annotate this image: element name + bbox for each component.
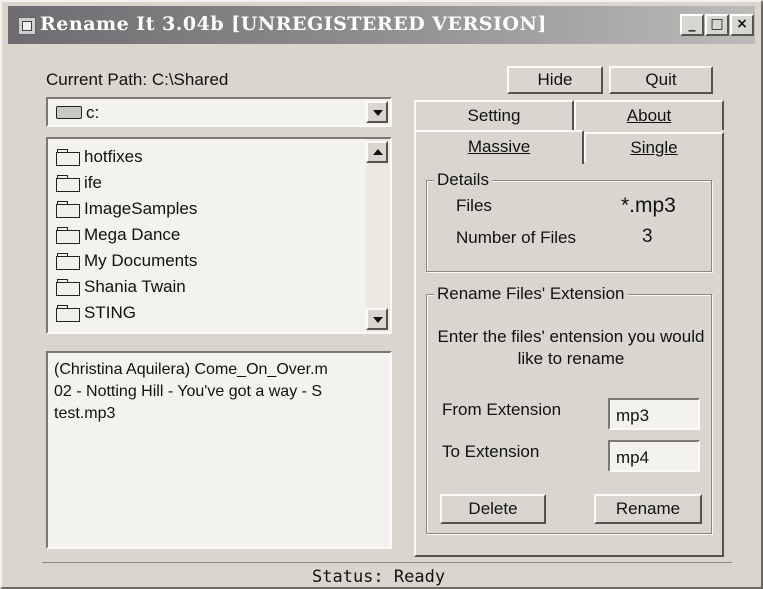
- tab-single[interactable]: Single: [584, 132, 724, 162]
- folder-name: Mega Dance: [84, 225, 181, 244]
- drive-icon: [56, 106, 82, 119]
- chevron-up-icon: [373, 149, 383, 155]
- status-bar: [42, 562, 732, 563]
- drive-dropdown-button[interactable]: [366, 101, 388, 123]
- tab-massive[interactable]: Massive: [414, 130, 584, 164]
- folder-item[interactable]: Shania Twain: [56, 274, 186, 300]
- scroll-up-button[interactable]: [366, 141, 388, 163]
- folder-name: ife: [84, 173, 102, 192]
- folder-icon: [56, 227, 80, 244]
- folder-item[interactable]: ImageSamples: [56, 196, 197, 222]
- folder-icon: [56, 253, 80, 270]
- drive-select[interactable]: c:: [46, 97, 392, 127]
- close-button[interactable]: ×: [730, 14, 754, 36]
- folder-item[interactable]: STING: [56, 300, 136, 326]
- folder-item[interactable]: Mega Dance: [56, 222, 180, 248]
- folder-icon: [56, 279, 80, 296]
- files-label: Files: [456, 196, 492, 215]
- file-item[interactable]: test.mp3: [54, 405, 115, 423]
- folder-item[interactable]: My Documents: [56, 248, 197, 274]
- number-of-files-label: Number of Files: [456, 228, 576, 247]
- maximize-button[interactable]: □: [705, 14, 729, 36]
- file-item[interactable]: (Christina Aquilera) Come_On_Over.m: [54, 361, 328, 379]
- rename-extension-group-title: Rename Files' Extension: [434, 284, 628, 304]
- rename-button[interactable]: Rename: [594, 494, 702, 524]
- folder-icon: [56, 305, 80, 322]
- drive-value: c:: [86, 103, 100, 122]
- tab-panel: Details Files *.mp3 Number of Files 3 Re…: [414, 162, 724, 557]
- folder-item[interactable]: ife: [56, 170, 102, 196]
- hide-button[interactable]: Hide: [507, 66, 603, 94]
- chevron-down-icon: [373, 317, 383, 323]
- instructions-text: Enter the files' entension you would lik…: [437, 327, 705, 368]
- folder-list[interactable]: hotfixes ife ImageSamples Mega Dance My …: [46, 137, 392, 334]
- minimize-button[interactable]: _: [680, 14, 704, 36]
- folder-name: ImageSamples: [84, 199, 198, 218]
- chevron-down-icon: [373, 110, 383, 116]
- file-item[interactable]: 02 - Notting Hill - You've got a way - S: [54, 383, 322, 401]
- from-extension-input[interactable]: mp3: [608, 398, 700, 430]
- folder-icon: [56, 201, 80, 218]
- current-path-label: Current Path: C:\Shared: [46, 70, 229, 89]
- status-text: Status: Ready: [312, 567, 446, 587]
- delete-button[interactable]: Delete: [440, 494, 546, 524]
- scroll-down-button[interactable]: [366, 308, 388, 330]
- folder-name: hotfixes: [84, 147, 143, 166]
- files-value: *.mp3: [621, 194, 676, 217]
- details-group-title: Details: [434, 170, 492, 190]
- number-of-files-value: 3: [642, 226, 653, 247]
- folder-icon: [56, 149, 80, 166]
- window-title: Rename It 3.04b [UNREGISTERED VERSION]: [40, 13, 547, 35]
- folder-name: Shania Twain: [84, 277, 186, 296]
- folder-name: My Documents: [84, 251, 198, 270]
- folder-item[interactable]: hotfixes: [56, 144, 143, 170]
- folder-icon: [56, 175, 80, 192]
- app-icon: [18, 17, 36, 35]
- to-extension-input[interactable]: mp4: [608, 440, 700, 472]
- quit-button[interactable]: Quit: [609, 66, 713, 94]
- from-extension-label: From Extension: [442, 400, 562, 419]
- title-bar[interactable]: Rename It 3.04b [UNREGISTERED VERSION] _…: [8, 6, 755, 44]
- app-window: Rename It 3.04b [UNREGISTERED VERSION] _…: [0, 0, 763, 589]
- tab-about[interactable]: About: [574, 100, 724, 130]
- to-extension-label: To Extension: [442, 442, 540, 461]
- folder-name: STING: [84, 303, 136, 322]
- tab-setting[interactable]: Setting: [414, 100, 574, 130]
- folder-scrollbar[interactable]: [366, 139, 390, 332]
- file-list[interactable]: (Christina Aquilera) Come_On_Over.m 02 -…: [46, 351, 392, 549]
